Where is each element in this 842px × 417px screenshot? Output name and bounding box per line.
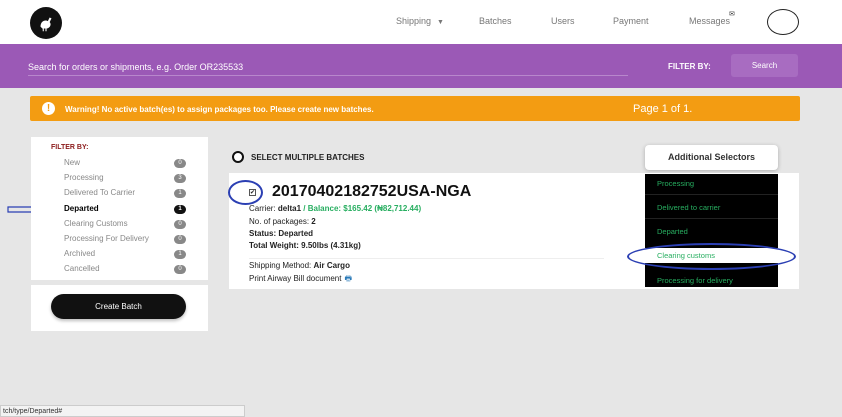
- count-badge: 1: [174, 250, 186, 259]
- dropdown-item-departed[interactable]: Departed: [657, 227, 688, 236]
- divider: [249, 258, 604, 259]
- additional-selectors-dropdown: Processing Delivered to carrier Departed…: [645, 174, 778, 287]
- radio-icon[interactable]: [232, 151, 244, 163]
- count-badge: 3: [174, 174, 186, 183]
- nav-users[interactable]: Users: [551, 16, 575, 26]
- nav-payment[interactable]: Payment: [613, 16, 649, 26]
- filter-item-processing-for-delivery[interactable]: Processing For Delivery 0: [64, 234, 194, 246]
- filter-item-delivered-to-carrier[interactable]: Delivered To Carrier 1: [64, 188, 194, 200]
- create-batch-button[interactable]: Create Batch: [51, 294, 186, 319]
- shipping-row: Shipping Method: Air Cargo: [249, 261, 350, 270]
- warning-banner: ! Warning! No active batch(es) to assign…: [30, 96, 800, 121]
- weight-row: Total Weight: 9.50lbs (4.31kg): [249, 241, 361, 250]
- status-row: Status: Departed: [249, 229, 314, 238]
- carrier-row: Carrier: delta1 / Balance: $165.42 (₦82,…: [249, 204, 422, 213]
- print-airway-bill-link[interactable]: Print Airway Bill document 🖶: [249, 273, 352, 287]
- count-badge: 0: [174, 159, 186, 168]
- top-nav: Shipping ▼ Batches Users Payment Messages…: [0, 0, 842, 44]
- additional-selectors-button[interactable]: Additional Selectors: [645, 145, 778, 170]
- nav-batches[interactable]: Batches: [479, 16, 512, 26]
- filter-item-clearing-customs[interactable]: Clearing Customs 0: [64, 219, 194, 231]
- dropdown-divider: [645, 218, 778, 219]
- count-badge: 0: [174, 220, 186, 229]
- chevron-down-icon: ▼: [437, 19, 444, 26]
- avatar[interactable]: [767, 9, 799, 35]
- printer-icon[interactable]: 🖶: [344, 273, 352, 287]
- search-bar: FILTER BY: Search: [0, 44, 842, 88]
- dropdown-divider: [645, 194, 778, 195]
- envelope-icon: ✉: [729, 11, 735, 18]
- dropdown-item-processing[interactable]: Processing: [657, 179, 694, 188]
- search-filter-label: FILTER BY:: [668, 62, 711, 71]
- balance-text: / Balance: $165.42 (₦82,712.44): [303, 204, 422, 213]
- packages-row: No. of packages: 2: [249, 217, 316, 226]
- count-badge: 0: [174, 235, 186, 244]
- status-bar-url: tch/type/Departed#: [0, 405, 245, 417]
- annotation-ellipse: [627, 243, 796, 270]
- search-button[interactable]: Search: [731, 54, 798, 77]
- nav-shipping[interactable]: Shipping ▼: [396, 16, 444, 26]
- exclamation-icon: !: [42, 102, 55, 115]
- filter-item-cancelled[interactable]: Cancelled 0: [64, 264, 194, 276]
- filter-item-new[interactable]: New 0: [64, 158, 194, 170]
- warning-text: Warning! No active batch(es) to assign p…: [65, 105, 374, 114]
- dropdown-item-delivered-to-carrier[interactable]: Delivered to carrier: [657, 203, 720, 212]
- filter-item-archived[interactable]: Archived 1: [64, 249, 194, 261]
- count-badge: 0: [174, 265, 186, 274]
- filter-panel: FILTER BY: New 0 Processing 3 Delivered To…: [31, 137, 208, 280]
- annotation-circle: [228, 180, 263, 205]
- select-multiple-label: SELECT MULTIPLE BATCHES: [251, 153, 365, 162]
- create-batch-panel: Create Batch: [31, 285, 208, 331]
- count-badge: 1: [174, 205, 186, 214]
- logo-icon[interactable]: [30, 7, 62, 39]
- nav-messages[interactable]: Messages: [689, 16, 730, 26]
- filter-item-processing[interactable]: Processing 3: [64, 173, 194, 185]
- filter-item-departed[interactable]: Departed 1: [64, 204, 194, 216]
- count-badge: 1: [174, 189, 186, 198]
- batch-id[interactable]: 20170402182752USA-NGA: [272, 183, 471, 201]
- filter-title: FILTER BY:: [51, 144, 89, 151]
- search-input[interactable]: [28, 58, 628, 76]
- page-indicator: Page 1 of 1.: [633, 103, 693, 115]
- dropdown-item-processing-for-delivery[interactable]: Processing for delivery: [657, 276, 733, 285]
